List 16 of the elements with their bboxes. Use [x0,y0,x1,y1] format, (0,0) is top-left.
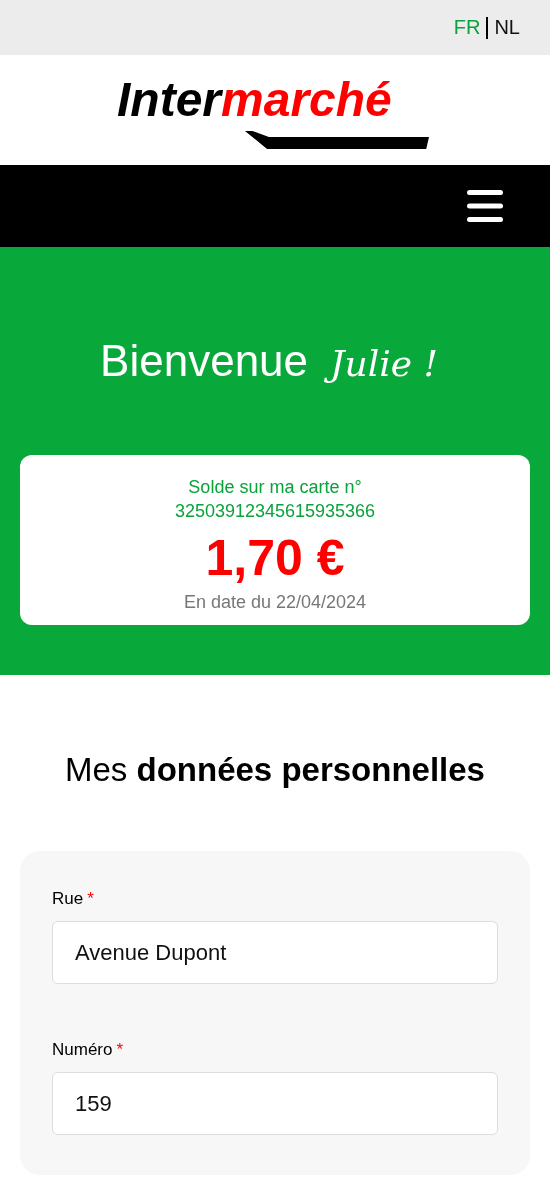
required-mark: * [87,889,94,909]
section-title: Mes données personnelles [64,751,486,789]
logo[interactable]: Intermarché [107,68,443,152]
balance-title: Solde sur ma carte n° [188,476,362,499]
user-name: Julie ! [322,335,450,393]
balance-date: En date du 22/04/2024 [183,591,367,614]
language-link[interactable]: NL [494,16,520,39]
input-field[interactable]: 159 [52,1072,498,1135]
balance-amount: 1,70 € [205,529,345,588]
input-field[interactable]: Avenue Dupont [52,921,498,984]
welcome-text: Bienvenue [100,336,309,386]
card-number: 32503912345615935366 [174,500,376,523]
required-mark: * [116,1040,124,1060]
field-label: Rue [52,889,84,909]
field-label: Numéro [52,1040,113,1060]
menu-icon[interactable] [467,190,503,222]
